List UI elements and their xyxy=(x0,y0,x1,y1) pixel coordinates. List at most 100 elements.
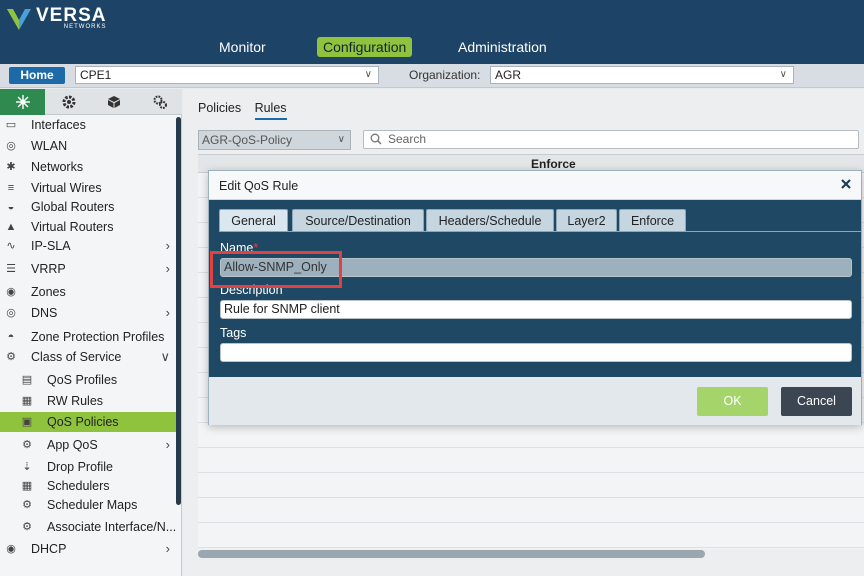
sidebar-item[interactable]: ⚙ App QoS › xyxy=(0,435,176,455)
dns-icon: ◎ xyxy=(6,307,16,319)
tab-enforce[interactable]: Enforce xyxy=(619,209,686,231)
sidebar-item-label: QoS Profiles xyxy=(47,373,118,387)
gear-icon[interactable] xyxy=(46,89,91,115)
home-button[interactable]: Home xyxy=(9,67,65,84)
sidebar-item[interactable]: ▦ RW Rules xyxy=(0,391,176,411)
close-icon[interactable] xyxy=(839,177,853,191)
organization-label: Organization: xyxy=(409,68,481,82)
table-row[interactable] xyxy=(198,499,864,523)
annotation-highlight-box xyxy=(210,251,342,288)
tab-general[interactable]: General xyxy=(219,209,288,231)
ip-sla-icon: ∿ xyxy=(6,240,16,252)
qos-policies-icon: ▣ xyxy=(21,416,33,428)
nav-configuration[interactable]: Configuration xyxy=(317,37,413,57)
sidebar-item[interactable]: ☰ VRRP › xyxy=(0,259,176,279)
sidebar-item[interactable]: ◒ Global Routers xyxy=(0,197,176,217)
tab-source-destination[interactable]: Source/Destination xyxy=(292,209,424,231)
sidebar-item[interactable]: ◉ DHCP › xyxy=(0,539,176,559)
zones-icon: ◉ xyxy=(6,286,16,298)
sidebar-item[interactable]: ≡ Virtual Wires xyxy=(0,178,176,198)
table-row[interactable] xyxy=(198,424,864,448)
table-row[interactable] xyxy=(198,474,864,498)
chevron-down-icon[interactable]: ∨ xyxy=(160,347,170,367)
sidebar-item[interactable]: ◉ Zones xyxy=(0,282,176,302)
tab-headers-schedule[interactable]: Headers/Schedule xyxy=(426,209,554,231)
table-row[interactable] xyxy=(198,524,864,548)
chevron-right-icon[interactable]: › xyxy=(166,236,170,256)
network-icon[interactable] xyxy=(0,89,45,115)
nav-administration[interactable]: Administration xyxy=(452,37,553,57)
tab-divider xyxy=(219,231,861,232)
chevron-right-icon[interactable]: › xyxy=(166,259,170,279)
edit-qos-rule-dialog: Edit QoS Rule General Source/Destination… xyxy=(208,170,862,425)
sidebar-item-label: VRRP xyxy=(31,262,66,276)
sidebar-item-label: Scheduler Maps xyxy=(47,498,138,512)
sidebar-item[interactable]: ▣ QoS Policies xyxy=(0,412,176,432)
sidebar-item-label: RW Rules xyxy=(47,394,104,408)
sidebar-item[interactable]: ◎ DNS › xyxy=(0,303,176,323)
sidebar-item[interactable]: ◓ Zone Protection Profiles xyxy=(0,327,176,347)
dialog-title: Edit QoS Rule xyxy=(219,179,299,193)
organization-select-value: AGR xyxy=(495,68,522,82)
context-bar: Home CPE1 ∨ Organization: AGR ∨ xyxy=(0,64,864,88)
sidebar-scrollbar[interactable] xyxy=(176,117,181,505)
chevron-down-icon: ∨ xyxy=(364,69,372,80)
sidebar-item-label: DHCP xyxy=(31,542,67,556)
sidebar-item[interactable]: ∿ IP-SLA › xyxy=(0,236,176,256)
search-placeholder: Search xyxy=(388,132,427,146)
sidebar-item[interactable]: ▤ QoS Profiles xyxy=(0,370,176,390)
device-select[interactable]: CPE1 ∨ xyxy=(75,66,379,84)
ok-button[interactable]: OK xyxy=(697,387,768,416)
tab-rules[interactable]: Rules xyxy=(254,101,287,120)
sidebar-item-label: WLAN xyxy=(31,139,68,153)
sidebar-item-label: Associate Interface/N... xyxy=(47,520,177,534)
description-field[interactable]: Rule for SNMP client xyxy=(220,300,852,319)
sidebar-item[interactable]: ◎ WLAN xyxy=(0,136,176,156)
cube-icon[interactable] xyxy=(91,89,136,115)
chevron-right-icon[interactable]: › xyxy=(166,435,170,455)
table-row[interactable] xyxy=(198,449,864,473)
horizontal-scrollbar[interactable] xyxy=(198,550,705,558)
sidebar-item[interactable]: ▦ Schedulers xyxy=(0,476,176,496)
versa-logo-icon xyxy=(7,9,31,30)
organization-select[interactable]: AGR ∨ xyxy=(490,66,794,84)
tags-field[interactable] xyxy=(220,343,852,362)
sidebar-item[interactable]: ▲ Virtual Routers xyxy=(0,217,176,237)
sidebar-item[interactable]: ✱ Networks xyxy=(0,157,176,177)
sidebar-item[interactable]: ⇣ Drop Profile xyxy=(0,457,176,477)
sidebar-item-label: Zones xyxy=(31,285,66,299)
sidebar-item-label: DNS xyxy=(31,306,58,320)
chevron-down-icon: ∨ xyxy=(779,69,787,80)
sidebar-item[interactable]: ⚙ Scheduler Maps xyxy=(0,495,176,515)
sidebar-item[interactable]: ▭ Interfaces xyxy=(0,115,176,135)
sidebar-item-label: Global Routers xyxy=(31,200,115,214)
tab-policies[interactable]: Policies xyxy=(198,101,241,115)
interfaces-icon: ▭ xyxy=(5,119,17,131)
dhcp-icon: ◉ xyxy=(6,543,16,555)
sidebar-item-label: Schedulers xyxy=(47,479,110,493)
virtual-wires-icon: ≡ xyxy=(7,182,15,194)
dialog-footer: OK Cancel xyxy=(209,377,861,425)
policy-select-value: AGR-QoS-Policy xyxy=(202,133,293,147)
class-of-service-icon: ⚙ xyxy=(6,351,16,363)
dialog-header: Edit QoS Rule xyxy=(209,171,861,200)
nav-monitor[interactable]: Monitor xyxy=(213,37,272,57)
gears-icon[interactable] xyxy=(137,89,182,115)
column-header-enforce[interactable]: Enforce xyxy=(531,157,576,171)
sidebar-item[interactable]: ⚙ Associate Interface/N... xyxy=(0,517,176,537)
chevron-right-icon[interactable]: › xyxy=(166,303,170,323)
sidebar-item[interactable]: ⚙ Class of Service ∨ xyxy=(0,347,176,367)
chevron-right-icon[interactable]: › xyxy=(166,539,170,559)
tab-layer2[interactable]: Layer2 xyxy=(556,209,617,231)
chevron-down-icon: ∨ xyxy=(337,134,345,145)
search-input[interactable]: Search xyxy=(363,130,859,149)
sidebar-item-label: Zone Protection Profiles xyxy=(31,330,165,344)
brand-name: VERSA xyxy=(36,5,107,26)
scheduler-maps-icon: ⚙ xyxy=(22,499,32,511)
sidebar-item-label: Virtual Routers xyxy=(31,220,114,234)
sidebar-item-label: Drop Profile xyxy=(47,460,113,474)
policy-select[interactable]: AGR-QoS-Policy ∨ xyxy=(198,130,351,150)
search-icon xyxy=(370,133,382,145)
tags-label: Tags xyxy=(220,326,247,340)
cancel-button[interactable]: Cancel xyxy=(781,387,852,416)
